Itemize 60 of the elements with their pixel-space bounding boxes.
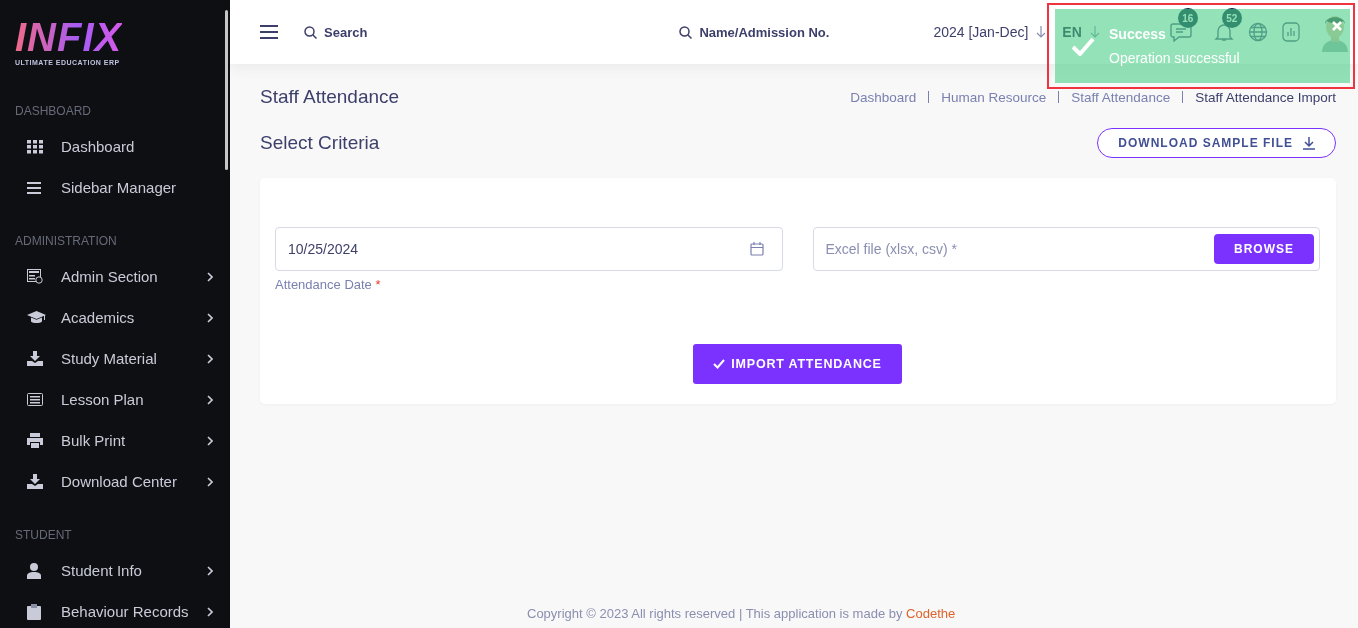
field-label: Attendance Date * <box>275 277 382 292</box>
clipboard-icon <box>27 603 41 620</box>
chart-icon[interactable] <box>1281 22 1300 42</box>
graduation-cap-icon <box>27 311 46 324</box>
search-field[interactable]: Search <box>324 24 368 40</box>
section-heading: ADMINISTRATION <box>14 234 118 248</box>
sidebar-item[interactable]: Academics <box>61 309 207 326</box>
sidebar-item[interactable]: Lesson Plan <box>61 391 207 408</box>
sidebar-item[interactable]: Dashboard <box>61 138 213 155</box>
breadcrumb-link[interactable]: Human Resource <box>941 89 1047 105</box>
date-input[interactable]: 10/25/2024 <box>286 240 750 258</box>
arrow-down-icon[interactable] <box>1089 26 1100 38</box>
session-selector[interactable]: 2024 [Jan-Dec] <box>933 24 1029 40</box>
section-heading: STUDENT <box>14 528 73 542</box>
download-icon <box>27 474 43 489</box>
document-icon <box>27 393 43 406</box>
menu-icon <box>27 181 41 194</box>
sidebar-item[interactable]: Sidebar Manager <box>61 179 213 196</box>
breadcrumb-link[interactable]: Staff Attendance <box>1071 89 1171 105</box>
breadcrumb-link[interactable]: Staff Attendance Import <box>1195 89 1336 105</box>
file-input[interactable]: Excel file (xlsx, csv) * <box>823 240 1214 258</box>
menu-icon[interactable] <box>260 25 278 39</box>
check-icon <box>1071 36 1095 56</box>
download-icon <box>27 351 43 366</box>
message-count-badge: 16 <box>1177 8 1198 28</box>
sidebar-item[interactable]: Admin Section <box>61 268 207 285</box>
form-icon <box>27 269 43 284</box>
calendar-icon[interactable] <box>749 242 764 256</box>
download-sample-button[interactable]: DOWNLOAD SAMPLE FILE <box>1097 128 1336 158</box>
page-title: Staff Attendance <box>260 86 400 108</box>
toast-message: Operation successful <box>1109 50 1240 66</box>
section-title: Select Criteria <box>260 132 380 154</box>
sidebar-item[interactable]: Study Material <box>61 350 207 367</box>
breadcrumb-link[interactable]: Dashboard <box>850 89 917 105</box>
printer-icon <box>27 433 43 448</box>
arrow-down-icon[interactable] <box>1036 26 1047 38</box>
close-icon[interactable] <box>1332 21 1342 31</box>
scrollbar-thumb[interactable] <box>225 10 228 170</box>
sidebar-item[interactable]: Student Info <box>61 562 207 579</box>
sidebar-item[interactable]: Bulk Print <box>61 432 207 449</box>
user-icon <box>27 562 41 579</box>
download-icon <box>1303 136 1315 150</box>
file-field[interactable]: Excel file (xlsx, csv) * BROWSE <box>812 227 1320 271</box>
search-icon <box>679 25 693 39</box>
copyright-text: Copyright © 2023 All rights reserved | This application is made by Codethe <box>527 606 956 621</box>
sidebar-item[interactable]: Download Center <box>61 473 207 490</box>
date-field[interactable]: 10/25/2024 <box>275 227 783 271</box>
section-heading: DASHBOARD <box>14 104 92 118</box>
check-icon <box>713 359 726 369</box>
grid-icon <box>27 139 43 154</box>
globe-icon[interactable] <box>1247 22 1268 42</box>
chat-icon[interactable] <box>1169 22 1192 42</box>
browse-button[interactable]: BROWSE <box>1214 234 1314 264</box>
sidebar-item[interactable]: Behaviour Records <box>61 603 207 620</box>
bell-icon[interactable] <box>1213 22 1234 42</box>
import-attendance-button[interactable]: IMPORT ATTENDANCE <box>693 344 902 384</box>
student-search-field[interactable]: Name/Admission No. <box>699 24 830 40</box>
search-icon <box>304 25 317 39</box>
notification-count-badge: 52 <box>1221 8 1242 28</box>
toast-title: Success <box>1109 26 1166 42</box>
